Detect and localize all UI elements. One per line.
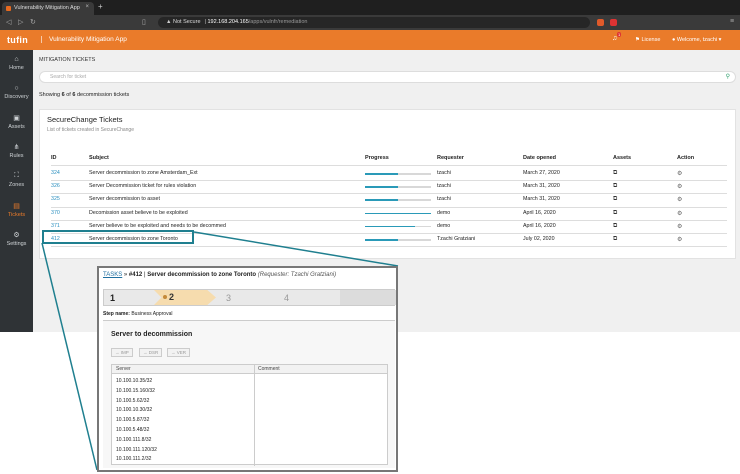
comment-column-header: Comment (258, 366, 280, 372)
server-row: 10.100.111.120/32 (116, 446, 157, 453)
tasks-link[interactable]: TASKS (103, 272, 122, 278)
ticket-detail-popup: TASKS » #412 | Server decommission to zo… (97, 266, 398, 472)
step-2-active[interactable]: 2 (154, 290, 216, 305)
dsr-button[interactable]: → DSR (139, 348, 163, 357)
ticket-number: #412 (128, 272, 143, 278)
server-row: 10.100.5.48/32 (116, 427, 150, 433)
imp-button[interactable]: → IMP (111, 348, 133, 357)
step-body: Server to decommission → IMP → DSR → VER… (103, 320, 395, 468)
step-1[interactable]: 1 (110, 293, 115, 303)
server-column-header: Server (116, 366, 131, 372)
section-title: Server to decommission (111, 331, 193, 338)
server-row: 10.100.15.160/32 (116, 387, 155, 394)
server-table: Server Comment 10.100.10.35/32 10.100.15.… (111, 364, 388, 466)
step-4[interactable]: 4 (284, 293, 289, 303)
ver-button[interactable]: → VER (167, 348, 191, 357)
server-row: 10.100.5.62/32 (116, 397, 150, 404)
step-track (340, 290, 396, 305)
server-table-header: Server Comment (112, 365, 387, 374)
server-row: 10.100.10.35/32 (116, 378, 153, 384)
column-divider (254, 365, 255, 466)
step-3[interactable]: 3 (226, 293, 231, 303)
server-row: 10.100.111.2/32 (116, 456, 152, 463)
popup-header: TASKS » #412 | Server decommission to zo… (103, 272, 337, 278)
server-row: 10.100.111.8/32 (116, 436, 152, 443)
server-row: 10.100.10.30/32 (116, 407, 153, 414)
workflow-steps: 1 2 3 4 (103, 289, 396, 306)
current-step-icon (163, 295, 167, 299)
ticket-requester: (Requester: Tzachi Gratziani) (257, 272, 337, 278)
ticket-title: Server decommission to zone Toronto (147, 272, 257, 278)
server-row: 10.100.5.87/32 (116, 417, 150, 424)
step-name: Step name: Business Approval (103, 311, 173, 317)
